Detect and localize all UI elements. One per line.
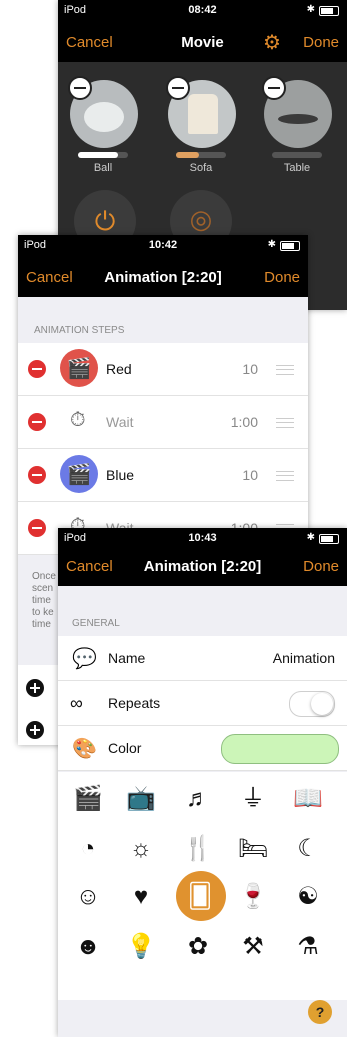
- footer-line: scen: [32, 583, 54, 594]
- scene-icon[interactable]: 🎬: [68, 782, 108, 816]
- footer-line: time: [32, 619, 51, 630]
- plant-icon[interactable]: ✿: [178, 930, 218, 964]
- reorder-handle-icon[interactable]: [276, 365, 294, 375]
- book-icon[interactable]: 📖: [288, 782, 328, 816]
- bluetooth-icon: ✱: [306, 4, 315, 15]
- cancel-button[interactable]: Cancel: [66, 34, 113, 51]
- music-icon[interactable]: ♬: [178, 782, 218, 816]
- nav-bar: Cancel Animation [2:20] Done: [18, 257, 308, 297]
- bed-icon[interactable]: 🛏: [233, 832, 273, 866]
- reorder-handle-icon[interactable]: [276, 471, 294, 481]
- step-name: Blue: [106, 467, 135, 483]
- battery-icon: [319, 6, 339, 16]
- lamp-ball-level[interactable]: [78, 152, 128, 158]
- stopwatch-icon: ⏱: [70, 409, 86, 431]
- status-bar: iPod 10:42 ✱: [18, 235, 308, 257]
- name-value[interactable]: Animation: [273, 650, 335, 666]
- dumbbell-icon[interactable]: ⚗: [288, 930, 328, 964]
- step-value: 1:00: [230, 414, 258, 430]
- name-label: Name: [108, 650, 146, 666]
- sun-icon[interactable]: ☼: [121, 832, 161, 866]
- lamp-sofa-label: Sofa: [189, 162, 213, 174]
- step-value: 10: [242, 467, 258, 483]
- footer-line: to ke: [32, 607, 54, 618]
- repeats-row: ∞ Repeats: [58, 681, 347, 726]
- chef-icon[interactable]: ☻: [68, 930, 108, 964]
- power-icon: ⏻: [94, 206, 116, 236]
- clock-label: 08:42: [188, 4, 217, 16]
- icon-grid: 🎬 📺 ♬ ⏚ 📖 ◔ ☼ 🍴 🛏 ☾ ☺ ♥ 🂠 🍷 ☯ ☻ 💡 ✿ ⚒ ⚗: [58, 772, 347, 1000]
- section-header: GENERAL: [72, 618, 120, 629]
- remove-step-icon[interactable]: [28, 466, 46, 484]
- battery-icon: [319, 534, 339, 544]
- help-button[interactable]: ?: [308, 1000, 332, 1024]
- battery-icon: [280, 241, 300, 251]
- repeats-toggle[interactable]: [289, 691, 335, 717]
- remove-lamp-sofa-icon[interactable]: [166, 76, 190, 100]
- clock-icon[interactable]: ◔: [68, 832, 108, 866]
- gear-icon[interactable]: ⚙: [263, 30, 281, 55]
- heart-icon[interactable]: ♥: [121, 880, 161, 914]
- remove-step-icon[interactable]: [28, 413, 46, 431]
- footer-line: Once: [32, 571, 56, 582]
- section-header: ANIMATION STEPS: [34, 325, 125, 336]
- status-bar: iPod 10:43 ✱: [58, 528, 347, 550]
- clock-label: 10:43: [188, 532, 217, 544]
- nav-bar: Cancel Movie ⚙ Done: [58, 22, 347, 62]
- lamp-table-level[interactable]: [272, 152, 322, 158]
- scene-icon: 🎬: [60, 455, 98, 493]
- bluetooth-icon: ✱: [306, 532, 315, 543]
- step-name: Red: [106, 361, 132, 377]
- palette-icon: 🎨: [72, 738, 97, 760]
- lamp-sofa-level[interactable]: [176, 152, 226, 158]
- status-bar: iPod 08:42 ✱: [58, 0, 347, 22]
- add-step-icon[interactable]: [26, 679, 44, 697]
- nav-bar: Cancel Animation [2:20] Done: [58, 550, 347, 586]
- footer-line: time: [32, 595, 51, 606]
- name-row[interactable]: 💬 Name Animation: [58, 636, 347, 681]
- bluetooth-icon: ✱: [267, 239, 276, 250]
- footer-note: Once scen time to ke time: [32, 571, 56, 631]
- color-label: Color: [108, 740, 142, 756]
- page-title: Movie: [181, 34, 224, 51]
- remove-step-icon[interactable]: [28, 360, 46, 378]
- step-row[interactable]: ⏱ Wait 1:00: [18, 396, 308, 449]
- done-button[interactable]: Done: [303, 34, 339, 51]
- mask-icon[interactable]: ☺: [68, 880, 108, 914]
- remove-step-icon[interactable]: [28, 519, 46, 537]
- color-row: 🎨 Color: [58, 726, 347, 771]
- infinity-icon: ∞: [70, 693, 83, 713]
- repeats-label: Repeats: [108, 695, 161, 711]
- color-swatch[interactable]: [221, 734, 339, 764]
- fingerprint-icon: ◎: [189, 204, 213, 234]
- remove-lamp-table-icon[interactable]: [262, 76, 286, 100]
- moon-icon[interactable]: ☾: [288, 832, 328, 866]
- remote-icon[interactable]: 📺: [121, 782, 161, 816]
- step-value: 10: [242, 361, 258, 377]
- iron-icon[interactable]: ⏚: [233, 782, 273, 816]
- clock-label: 10:42: [148, 239, 178, 251]
- animation-settings-screen: iPod 10:43 ✱ Cancel Animation [2:20] Don…: [58, 528, 347, 1037]
- remove-lamp-ball-icon[interactable]: [68, 76, 92, 100]
- wine-icon[interactable]: 🍷: [233, 880, 273, 914]
- step-row[interactable]: 🎬 Red 10: [18, 343, 308, 396]
- lamp-table-label: Table: [283, 162, 311, 174]
- done-button[interactable]: Done: [303, 558, 339, 575]
- done-button[interactable]: Done: [264, 269, 300, 286]
- dining-icon[interactable]: 🍴: [178, 832, 218, 866]
- step-name: Wait: [106, 414, 134, 430]
- scene-icon: 🎬: [60, 349, 98, 387]
- cards-icon[interactable]: 🂠: [180, 880, 220, 914]
- bulb-icon[interactable]: 💡: [121, 930, 161, 964]
- yin-yang-icon[interactable]: ☯: [288, 880, 328, 914]
- speech-bubble-icon: 💬: [72, 648, 97, 670]
- reorder-handle-icon[interactable]: [276, 418, 294, 428]
- add-step-icon[interactable]: [26, 721, 44, 739]
- step-row[interactable]: 🎬 Blue 10: [18, 449, 308, 502]
- lamp-ball-label: Ball: [93, 162, 113, 174]
- hammer-icon[interactable]: ⚒: [233, 930, 273, 964]
